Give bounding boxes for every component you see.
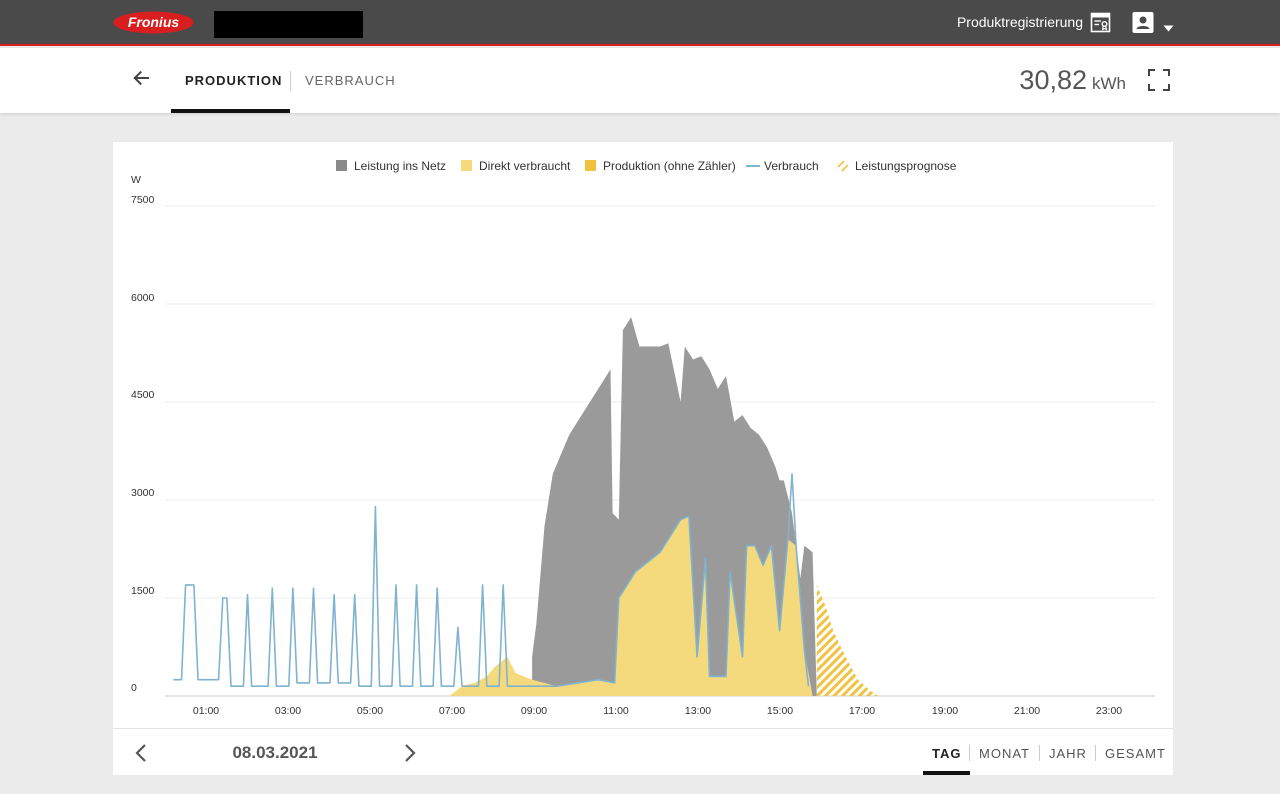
legend-swatch-grid-feed xyxy=(336,160,347,171)
energy-total-value: 30,82 xyxy=(1019,65,1087,95)
selected-date[interactable]: 08.03.2021 xyxy=(205,743,345,763)
energy-total-unit: kWh xyxy=(1092,74,1126,93)
caret-down-icon[interactable] xyxy=(1163,19,1174,32)
period-divider xyxy=(1039,745,1040,761)
period-year-tab[interactable]: JAHR xyxy=(1049,746,1087,762)
tab-production[interactable]: PRODUKTION xyxy=(185,73,282,89)
active-period-indicator xyxy=(923,771,970,775)
x-tick-label: 01:00 xyxy=(192,705,220,717)
y-tick-label: 3000 xyxy=(131,487,155,499)
legend-label-consumption: Verbrauch xyxy=(764,159,819,173)
tab-consumption[interactable]: VERBRAUCH xyxy=(305,73,396,89)
x-tick-label: 03:00 xyxy=(274,705,302,717)
x-tick-label: 21:00 xyxy=(1013,705,1041,717)
active-tab-indicator xyxy=(171,109,290,113)
legend-swatch-direct-use xyxy=(461,160,472,171)
period-total-tab[interactable]: GESAMT xyxy=(1105,746,1166,762)
product-registration-link[interactable]: Produktregistrierung xyxy=(957,14,1083,30)
x-tick-label: 13:00 xyxy=(684,705,712,717)
x-tick-label: 09:00 xyxy=(520,705,548,717)
x-tick-label: 11:00 xyxy=(603,705,629,717)
top-bar: Fronius Produktregistrierung xyxy=(0,0,1280,46)
x-tick-label: 07:00 xyxy=(438,705,466,717)
legend-label-forecast: Leistungsprognose xyxy=(855,159,957,173)
legend-swatch-production-no-meter xyxy=(585,160,596,171)
legend-swatch-forecast xyxy=(837,160,849,172)
fronius-logo[interactable]: Fronius xyxy=(113,11,194,34)
user-icon[interactable] xyxy=(1132,12,1154,33)
tab-divider xyxy=(290,71,291,91)
x-tick-label: 15:00 xyxy=(766,705,794,717)
next-day-icon[interactable] xyxy=(403,743,417,763)
fullscreen-icon[interactable] xyxy=(1148,69,1170,91)
period-month-tab[interactable]: MONAT xyxy=(979,746,1030,762)
card-divider xyxy=(113,728,1173,729)
y-tick-label: 4500 xyxy=(131,389,155,401)
period-divider xyxy=(1095,745,1096,761)
series-forecast-area xyxy=(816,584,879,696)
y-tick-label: 7500 xyxy=(131,194,155,206)
legend-label-direct-use: Direkt verbraucht xyxy=(479,159,571,173)
chart-card: Leistung ins Netz Direkt verbraucht Prod… xyxy=(113,142,1173,775)
registration-document-icon[interactable] xyxy=(1090,12,1111,33)
y-tick-label: 1500 xyxy=(131,585,155,597)
legend-swatch-consumption xyxy=(746,165,760,167)
redacted-area xyxy=(214,11,363,38)
legend-label-grid-feed: Leistung ins Netz xyxy=(354,159,447,173)
legend-label-production-no-meter: Produktion (ohne Zähler) xyxy=(603,159,736,173)
x-tick-label: 05:00 xyxy=(356,705,384,717)
x-tick-label: 19:00 xyxy=(931,705,959,717)
previous-day-icon[interactable] xyxy=(134,743,148,763)
logo-text: Fronius xyxy=(128,14,180,30)
x-tick-label: 17:00 xyxy=(848,705,876,717)
x-tick-label: 23:00 xyxy=(1095,705,1123,717)
period-divider xyxy=(969,745,970,761)
back-arrow-icon[interactable] xyxy=(131,68,151,88)
tab-bar: PRODUKTION VERBRAUCH 30,82 kWh xyxy=(0,48,1280,113)
y-axis-unit: W xyxy=(131,174,141,186)
y-tick-label: 6000 xyxy=(131,292,155,304)
production-chart xyxy=(165,205,1155,697)
period-day-tab[interactable]: TAG xyxy=(932,746,961,762)
y-tick-label: 0 xyxy=(131,682,137,694)
